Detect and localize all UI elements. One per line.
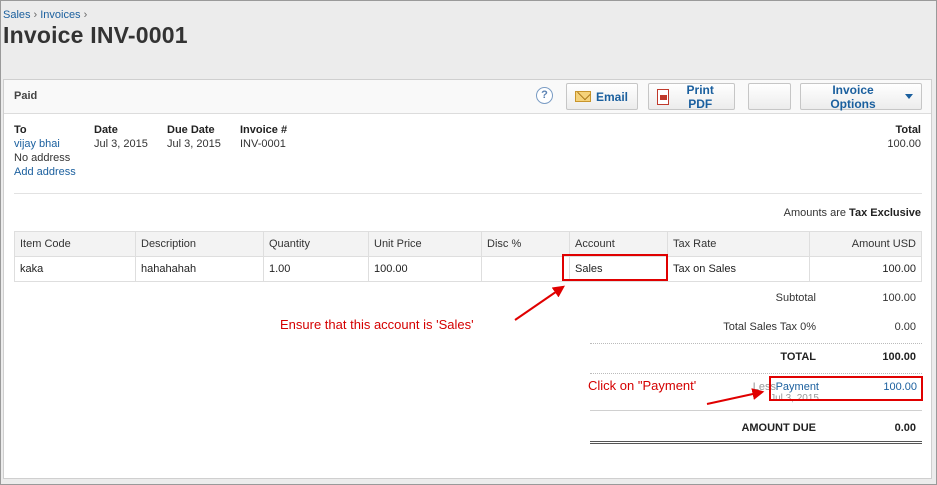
print-pdf-button-label: Print PDF bbox=[686, 82, 714, 111]
amount-due-value: 0.00 bbox=[894, 422, 916, 434]
account-highlight-box bbox=[562, 254, 668, 281]
page-title: Invoice INV-0001 bbox=[3, 22, 188, 48]
description-cell[interactable]: hahahahah bbox=[135, 256, 264, 282]
tax-label: Total Sales Tax 0% bbox=[723, 321, 816, 333]
quantity-cell[interactable]: 1.00 bbox=[263, 256, 369, 282]
line-items-table: Item Code Description Quantity Unit Pric… bbox=[14, 231, 922, 282]
table-row[interactable]: kaka hahahahah 1.00 100.00 Sales Tax on … bbox=[14, 256, 922, 282]
discount-cell[interactable] bbox=[481, 256, 570, 282]
invoice-options-button[interactable]: Invoice Options bbox=[800, 82, 922, 111]
due-date-label: Due Date bbox=[167, 124, 215, 136]
tax-value: 0.00 bbox=[894, 321, 916, 333]
breadcrumb-invoices[interactable]: Invoices bbox=[40, 9, 80, 21]
column-header: Disc % bbox=[481, 231, 570, 257]
email-button[interactable]: Email bbox=[566, 83, 638, 110]
total-value: 100.00 bbox=[887, 138, 921, 150]
column-header: Quantity bbox=[263, 231, 369, 257]
to-label: To bbox=[14, 124, 27, 136]
breadcrumb-separator: › bbox=[83, 9, 88, 21]
header-divider bbox=[14, 193, 922, 194]
tax-rate-cell[interactable]: Tax on Sales bbox=[667, 256, 810, 282]
table-header-row: Item Code Description Quantity Unit Pric… bbox=[14, 231, 922, 257]
column-header: Amount USD bbox=[809, 231, 922, 257]
invoice-number-value: INV-0001 bbox=[240, 138, 286, 150]
chevron-down-icon bbox=[905, 94, 913, 99]
invoice-toolbar: Paid ? Email Print PDF Invoice Options bbox=[4, 80, 931, 114]
print-pdf-button[interactable]: Print PDF bbox=[648, 82, 735, 111]
due-date-column: Due Date Jul 3, 2015 bbox=[167, 123, 221, 151]
invoice-number-column: Invoice # INV-0001 bbox=[240, 123, 287, 151]
subtotal-row: Subtotal 100.00 bbox=[591, 288, 921, 308]
amount-due-label: AMOUNT DUE bbox=[741, 422, 816, 434]
amount-due-double-rule bbox=[590, 441, 922, 444]
column-header: Description bbox=[135, 231, 264, 257]
amounts-are-value[interactable]: Tax Exclusive bbox=[849, 207, 921, 219]
due-date-value: Jul 3, 2015 bbox=[167, 138, 221, 150]
grand-total-label: TOTAL bbox=[780, 351, 816, 363]
breadcrumb-separator: › bbox=[33, 9, 38, 21]
invoice-header: To vijay bhai No address Add address Dat… bbox=[4, 123, 931, 193]
totals-divider bbox=[590, 373, 922, 374]
total-row: TOTAL 100.00 bbox=[591, 347, 921, 367]
breadcrumb-sales[interactable]: Sales bbox=[3, 9, 31, 21]
amount-cell[interactable]: 100.00 bbox=[809, 256, 922, 282]
total-column: Total 100.00 bbox=[887, 123, 921, 151]
subtotal-value: 100.00 bbox=[882, 292, 916, 304]
grand-total-value: 100.00 bbox=[882, 351, 916, 363]
payment-annotation-text: Click on "Payment' bbox=[588, 378, 697, 393]
help-icon[interactable]: ? bbox=[536, 87, 553, 104]
to-column: To vijay bhai No address Add address bbox=[14, 123, 76, 179]
totals-divider bbox=[590, 410, 922, 411]
status-badge: Paid bbox=[14, 90, 38, 102]
blank-button[interactable] bbox=[748, 83, 791, 110]
payment-highlight-box bbox=[769, 376, 923, 401]
column-header: Account bbox=[569, 231, 668, 257]
column-header: Tax Rate bbox=[667, 231, 810, 257]
envelope-icon bbox=[575, 91, 591, 102]
contact-name-link[interactable]: vijay bhai bbox=[14, 137, 76, 151]
amounts-are-text: Amounts are Tax Exclusive bbox=[784, 207, 921, 219]
column-header: Unit Price bbox=[368, 231, 482, 257]
account-annotation-text: Ensure that this account is 'Sales' bbox=[280, 317, 474, 332]
invoice-panel: Paid ? Email Print PDF Invoice Options T… bbox=[3, 79, 932, 479]
pdf-icon bbox=[657, 88, 670, 105]
add-address-link[interactable]: Add address bbox=[14, 165, 76, 179]
column-header: Item Code bbox=[14, 231, 136, 257]
tax-row: Total Sales Tax 0% 0.00 bbox=[591, 317, 921, 337]
unit-price-cell[interactable]: 100.00 bbox=[368, 256, 482, 282]
totals-divider bbox=[590, 343, 922, 344]
date-column: Date Jul 3, 2015 bbox=[94, 123, 148, 151]
date-value: Jul 3, 2015 bbox=[94, 138, 148, 150]
amounts-are-label: Amounts are bbox=[783, 207, 846, 219]
item-code-cell[interactable]: kaka bbox=[14, 256, 136, 282]
invoice-options-label: Invoice Options bbox=[830, 82, 876, 111]
email-button-label: Email bbox=[596, 89, 629, 104]
subtotal-label: Subtotal bbox=[775, 292, 816, 304]
total-label: Total bbox=[895, 124, 921, 136]
date-label: Date bbox=[94, 124, 118, 136]
breadcrumb: Sales › Invoices › bbox=[3, 9, 90, 21]
amount-due-row: AMOUNT DUE 0.00 bbox=[591, 418, 921, 438]
contact-address: No address bbox=[14, 152, 71, 164]
invoice-number-label: Invoice # bbox=[240, 124, 288, 136]
